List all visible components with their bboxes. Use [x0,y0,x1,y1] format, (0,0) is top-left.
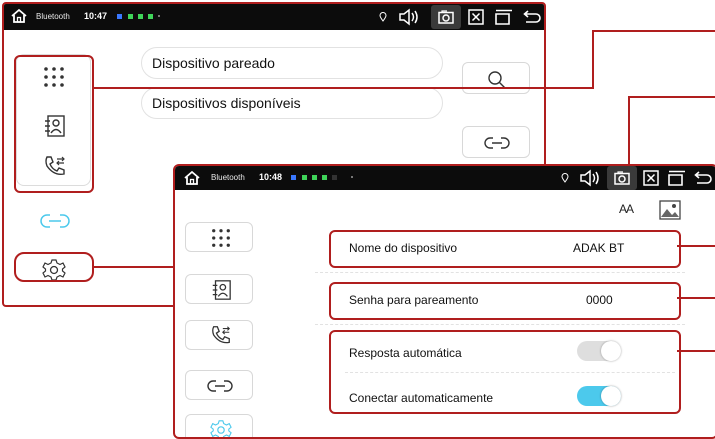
status-bar: Bluetooth 10:48 [175,166,715,190]
status-indicator [128,14,133,19]
connector-line [628,96,715,98]
link-icon [484,137,510,149]
status-indicator [312,175,317,180]
paired-device-label: Dispositivo pareado [152,55,275,71]
divider [315,272,685,273]
front-screen: Bluetooth 10:48 AA Nome do dispositivo A… [173,164,715,439]
status-indicator [148,14,153,19]
connector-line [592,30,715,32]
status-indicator [291,175,296,180]
status-time: 10:48 [259,172,283,182]
connector-line [592,30,594,89]
back-icon[interactable] [694,170,712,186]
highlight-nav [14,55,94,193]
home-icon[interactable] [10,8,28,24]
status-indicator [138,14,143,19]
status-indicator [332,175,337,180]
connect-button[interactable] [185,370,253,400]
contacts-icon [212,280,231,300]
location-icon [379,12,387,22]
divider [315,324,685,325]
connector-line [94,266,176,268]
status-indicator [117,14,122,19]
close-app-icon[interactable] [643,170,659,186]
volume-icon[interactable] [398,8,420,26]
camera-icon [438,10,454,24]
volume-icon[interactable] [579,169,601,187]
image-icon[interactable] [659,200,681,220]
font-size-label: AA [619,202,634,216]
location-icon [561,173,569,183]
connector-line [677,297,715,299]
close-app-icon[interactable] [468,9,484,25]
back-icon[interactable] [523,9,541,25]
screenshot-button[interactable] [431,5,461,29]
contacts-button[interactable] [185,274,253,304]
settings-button[interactable] [185,414,253,437]
home-icon[interactable] [183,170,201,186]
connect-button[interactable] [462,126,530,158]
screenshot-button[interactable] [607,166,637,190]
paired-device-item[interactable]: Dispositivo pareado [141,47,443,79]
recent-apps-icon[interactable] [668,170,686,186]
highlight-pairing-password [329,282,681,320]
dialpad-icon [212,229,230,247]
link-icon[interactable] [39,212,71,230]
search-button[interactable] [462,62,530,94]
status-indicator [158,15,160,17]
status-indicator [302,175,307,180]
link-icon [207,380,233,392]
highlight-device-name [329,230,681,268]
connector-line [94,87,594,89]
available-devices-label: Dispositivos disponíveis [152,95,301,111]
connector-line [677,245,715,247]
status-indicator [322,175,327,180]
camera-icon [614,171,630,185]
call-log-icon [212,326,231,344]
highlight-auto-settings [329,330,681,414]
status-indicator [351,176,353,178]
font-size-button[interactable]: AA [619,202,634,216]
call-log-button[interactable] [185,320,253,350]
status-bar: Bluetooth 10:47 [4,4,544,30]
connector-line [677,350,715,352]
recent-apps-icon[interactable] [495,9,513,25]
status-app-name: Bluetooth [211,173,245,182]
dialpad-button[interactable] [185,222,253,252]
available-devices-item[interactable]: Dispositivos disponíveis [141,87,443,119]
status-time: 10:47 [84,11,108,21]
status-app-name: Bluetooth [36,12,70,21]
highlight-settings [14,252,94,282]
settings-icon [210,420,232,437]
